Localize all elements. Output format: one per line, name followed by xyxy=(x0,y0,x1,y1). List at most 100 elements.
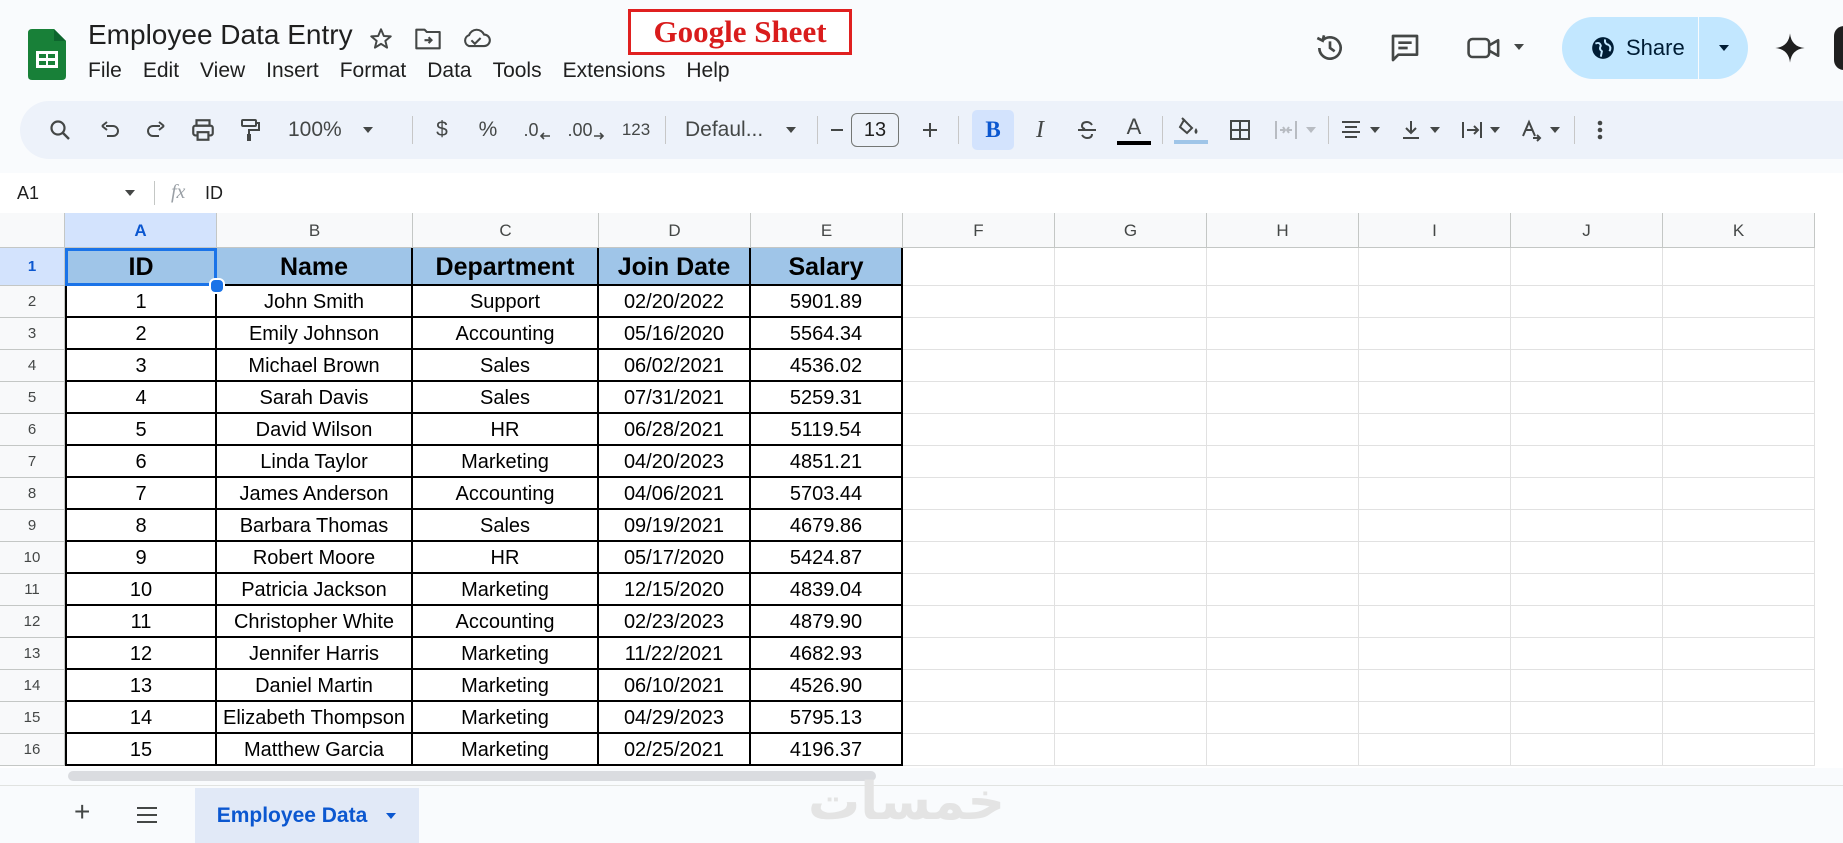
comments-icon[interactable] xyxy=(1389,32,1421,64)
empty-cell[interactable] xyxy=(1359,542,1511,574)
sheet-tab-employee-data[interactable]: Employee Data xyxy=(195,788,419,843)
empty-cell[interactable] xyxy=(1359,574,1511,606)
menu-insert[interactable]: Insert xyxy=(266,56,319,86)
currency-format-button[interactable]: $ xyxy=(424,101,460,159)
row-header-1[interactable]: 1 xyxy=(0,248,65,286)
table-cell[interactable]: 5259.31 xyxy=(751,382,903,414)
fill-color-button[interactable] xyxy=(1170,101,1212,159)
empty-cell[interactable] xyxy=(903,318,1055,350)
column-header-i[interactable]: I xyxy=(1359,213,1511,248)
select-all-corner[interactable] xyxy=(0,213,65,248)
text-wrapping-button[interactable] xyxy=(1452,101,1508,159)
table-cell[interactable]: 4536.02 xyxy=(751,350,903,382)
table-cell[interactable]: 8 xyxy=(65,510,217,542)
undo-button[interactable] xyxy=(92,101,128,159)
empty-cell[interactable] xyxy=(1055,670,1207,702)
all-sheets-icon[interactable] xyxy=(136,806,158,824)
row-header-11[interactable]: 11 xyxy=(0,574,65,606)
empty-cell[interactable] xyxy=(1055,286,1207,318)
column-header-b[interactable]: B xyxy=(217,213,413,248)
empty-cell[interactable] xyxy=(903,542,1055,574)
table-cell[interactable]: 02/20/2022 xyxy=(599,286,751,318)
empty-cell[interactable] xyxy=(1055,734,1207,766)
table-cell[interactable]: 02/25/2021 xyxy=(599,734,751,766)
increase-font-size-button[interactable] xyxy=(918,101,942,159)
empty-cell[interactable] xyxy=(903,638,1055,670)
table-cell[interactable]: Sales xyxy=(413,382,599,414)
empty-cell[interactable] xyxy=(1511,670,1663,702)
empty-cell[interactable] xyxy=(1511,542,1663,574)
empty-cell[interactable] xyxy=(1207,318,1359,350)
empty-cell[interactable] xyxy=(1359,248,1511,286)
table-cell[interactable]: 13 xyxy=(65,670,217,702)
empty-cell[interactable] xyxy=(1663,574,1815,606)
empty-cell[interactable] xyxy=(903,248,1055,286)
empty-cell[interactable] xyxy=(1207,638,1359,670)
empty-cell[interactable] xyxy=(903,574,1055,606)
decrease-font-size-button[interactable] xyxy=(825,101,849,159)
empty-cell[interactable] xyxy=(1207,248,1359,286)
table-cell[interactable]: 2 xyxy=(65,318,217,350)
redo-button[interactable] xyxy=(138,101,174,159)
empty-cell[interactable] xyxy=(1359,286,1511,318)
header-cell[interactable]: Join Date xyxy=(599,248,751,286)
table-cell[interactable]: 15 xyxy=(65,734,217,766)
table-cell[interactable]: 11 xyxy=(65,606,217,638)
table-cell[interactable]: 4879.90 xyxy=(751,606,903,638)
account-avatar[interactable] xyxy=(1834,26,1843,70)
empty-cell[interactable] xyxy=(1511,574,1663,606)
empty-cell[interactable] xyxy=(1663,734,1815,766)
merge-cells-button[interactable] xyxy=(1268,101,1322,159)
row-header-10[interactable]: 10 xyxy=(0,542,65,574)
menu-data[interactable]: Data xyxy=(427,56,471,86)
empty-cell[interactable] xyxy=(1207,574,1359,606)
table-cell[interactable]: Barbara Thomas xyxy=(217,510,413,542)
spreadsheet-grid[interactable]: A B C D E F G H I J K 1 2 3 4 5 6 7 8 9 10 11 12 13 14 15 16 ID Name… xyxy=(0,213,1843,768)
meet-icon[interactable] xyxy=(1466,33,1502,63)
row-header-13[interactable]: 13 xyxy=(0,638,65,670)
table-cell[interactable]: 05/16/2020 xyxy=(599,318,751,350)
table-cell[interactable]: 4679.86 xyxy=(751,510,903,542)
table-cell[interactable]: Marketing xyxy=(413,734,599,766)
empty-cell[interactable] xyxy=(1055,382,1207,414)
empty-cell[interactable] xyxy=(1055,248,1207,286)
formula-input[interactable]: ID xyxy=(205,173,223,213)
empty-cell[interactable] xyxy=(1207,542,1359,574)
row-header-12[interactable]: 12 xyxy=(0,606,65,638)
empty-cell[interactable] xyxy=(1663,478,1815,510)
empty-cell[interactable] xyxy=(1207,446,1359,478)
empty-cell[interactable] xyxy=(1511,286,1663,318)
empty-cell[interactable] xyxy=(1511,318,1663,350)
empty-cell[interactable] xyxy=(903,670,1055,702)
table-cell[interactable]: 02/23/2023 xyxy=(599,606,751,638)
empty-cell[interactable] xyxy=(903,350,1055,382)
empty-cell[interactable] xyxy=(903,606,1055,638)
table-cell[interactable]: 5564.34 xyxy=(751,318,903,350)
empty-cell[interactable] xyxy=(903,382,1055,414)
column-header-e[interactable]: E xyxy=(751,213,903,248)
horizontal-scrollbar[interactable] xyxy=(68,771,876,781)
row-header-9[interactable]: 9 xyxy=(0,510,65,542)
table-cell[interactable]: 09/19/2021 xyxy=(599,510,751,542)
table-cell[interactable]: 07/31/2021 xyxy=(599,382,751,414)
header-cell[interactable]: ID xyxy=(65,248,217,286)
empty-cell[interactable] xyxy=(1511,734,1663,766)
table-cell[interactable]: Marketing xyxy=(413,702,599,734)
gemini-sparkle-icon[interactable] xyxy=(1774,32,1806,64)
empty-cell[interactable] xyxy=(1055,478,1207,510)
empty-cell[interactable] xyxy=(1663,414,1815,446)
column-header-j[interactable]: J xyxy=(1511,213,1663,248)
column-header-c[interactable]: C xyxy=(413,213,599,248)
empty-cell[interactable] xyxy=(1511,446,1663,478)
row-header-3[interactable]: 3 xyxy=(0,318,65,350)
empty-cell[interactable] xyxy=(1663,382,1815,414)
menu-format[interactable]: Format xyxy=(340,56,407,86)
strikethrough-button[interactable] xyxy=(1067,101,1107,159)
empty-cell[interactable] xyxy=(1359,638,1511,670)
table-cell[interactable]: 5119.54 xyxy=(751,414,903,446)
empty-cell[interactable] xyxy=(903,510,1055,542)
table-cell[interactable]: 04/06/2021 xyxy=(599,478,751,510)
table-cell[interactable]: Linda Taylor xyxy=(217,446,413,478)
table-cell[interactable]: 12 xyxy=(65,638,217,670)
empty-cell[interactable] xyxy=(1207,702,1359,734)
